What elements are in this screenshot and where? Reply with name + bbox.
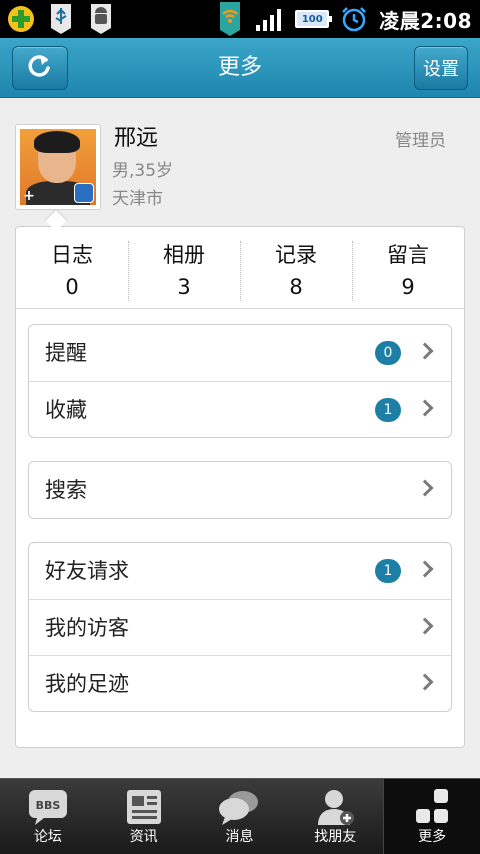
settings-button[interactable]: 设置 [414, 46, 468, 90]
tab-label: 消息 [225, 829, 254, 845]
chat-icon [217, 787, 261, 827]
tab-find-friends[interactable]: 找朋友 [287, 779, 383, 854]
menu-group-1: 提醒 0 收藏 1 [28, 324, 452, 438]
bottom-tab-bar: BBS 论坛 资讯 消息 找朋友 更多 [0, 778, 480, 854]
stat-label: 相册 [163, 243, 205, 267]
menu-item-label: 我的访客 [45, 616, 129, 640]
menu-item-my-footprints[interactable]: 我的足迹 [29, 655, 451, 711]
count-badge: 1 [375, 559, 401, 583]
profile-gender-age: 男,35岁 [112, 161, 174, 181]
menu-item-label: 收藏 [45, 398, 87, 422]
stat-value: 8 [289, 275, 303, 299]
main-panel: 日志 0 相册 3 记录 8 留言 9 提醒 0 收藏 1 搜索 好友请求 1 … [15, 226, 465, 748]
page-title: 更多 [217, 55, 262, 80]
menu-group-2: 搜索 [28, 461, 452, 519]
count-badge: 1 [375, 398, 401, 422]
tab-more[interactable]: 更多 [383, 779, 480, 854]
more-grid-icon [410, 787, 454, 827]
alarm-icon [339, 4, 369, 34]
profile-role: 管理员 [395, 131, 446, 151]
news-icon [122, 787, 166, 827]
chevron-right-icon [416, 617, 434, 635]
android-debug-icon [86, 4, 116, 34]
tab-messages[interactable]: 消息 [192, 779, 288, 854]
qq-badge-icon [74, 183, 94, 203]
stat-value: 9 [401, 275, 415, 299]
chevron-right-icon [416, 560, 434, 578]
menu-item-label: 我的足迹 [45, 672, 129, 696]
stat-value: 3 [177, 275, 191, 299]
status-bar: 100 凌晨2:08 [0, 0, 480, 38]
tab-label: 资讯 [129, 829, 158, 845]
stats-row: 日志 0 相册 3 记录 8 留言 9 [16, 227, 464, 309]
menu-item-my-visitors[interactable]: 我的访客 [29, 599, 451, 655]
stat-value: 0 [65, 275, 79, 299]
chevron-right-icon [416, 479, 434, 497]
menu-item-favorites[interactable]: 收藏 1 [29, 381, 451, 437]
tab-label: 找朋友 [314, 829, 357, 845]
clock: 凌晨2:08 [379, 8, 472, 33]
stat-records[interactable]: 记录 8 [240, 227, 352, 308]
chevron-right-icon [416, 673, 434, 691]
menu-item-reminders[interactable]: 提醒 0 [29, 325, 451, 381]
count-badge: 0 [375, 341, 401, 365]
bbs-icon: BBS [26, 787, 70, 827]
profile-name: 邢远 [114, 126, 159, 151]
menu-item-label: 提醒 [45, 341, 87, 365]
add-friend-icon [313, 787, 357, 827]
plus-icon: + [23, 188, 35, 204]
profile-section: + 邢远 男,35岁 天津市 管理员 [0, 98, 480, 232]
menu-item-label: 搜索 [45, 478, 87, 502]
menu-item-friend-requests[interactable]: 好友请求 1 [29, 543, 451, 599]
stat-album[interactable]: 相册 3 [128, 227, 240, 308]
app-plus-icon [6, 4, 36, 34]
chevron-right-icon [416, 342, 434, 360]
battery-icon: 100 [295, 10, 333, 28]
title-bar: 更多 设置 [0, 38, 480, 98]
signal-icon [255, 4, 285, 34]
stat-label: 留言 [387, 243, 429, 267]
menu-item-search[interactable]: 搜索 [29, 462, 451, 518]
tab-news[interactable]: 资讯 [96, 779, 192, 854]
menu-item-label: 好友请求 [45, 559, 129, 583]
tab-forum[interactable]: BBS 论坛 [0, 779, 96, 854]
tab-label: 更多 [418, 829, 447, 845]
usb-icon [46, 4, 76, 34]
avatar[interactable]: + [15, 124, 101, 210]
stat-label: 日志 [51, 243, 93, 267]
profile-city: 天津市 [112, 189, 163, 209]
tab-label: 论坛 [33, 829, 62, 845]
wifi-icon [215, 2, 245, 36]
chevron-right-icon [416, 399, 434, 417]
stat-blog[interactable]: 日志 0 [16, 227, 128, 308]
menu-group-3: 好友请求 1 我的访客 我的足迹 [28, 542, 452, 712]
svg-text:BBS: BBS [36, 799, 61, 812]
stat-messages[interactable]: 留言 9 [352, 227, 464, 308]
stat-label: 记录 [275, 243, 317, 267]
